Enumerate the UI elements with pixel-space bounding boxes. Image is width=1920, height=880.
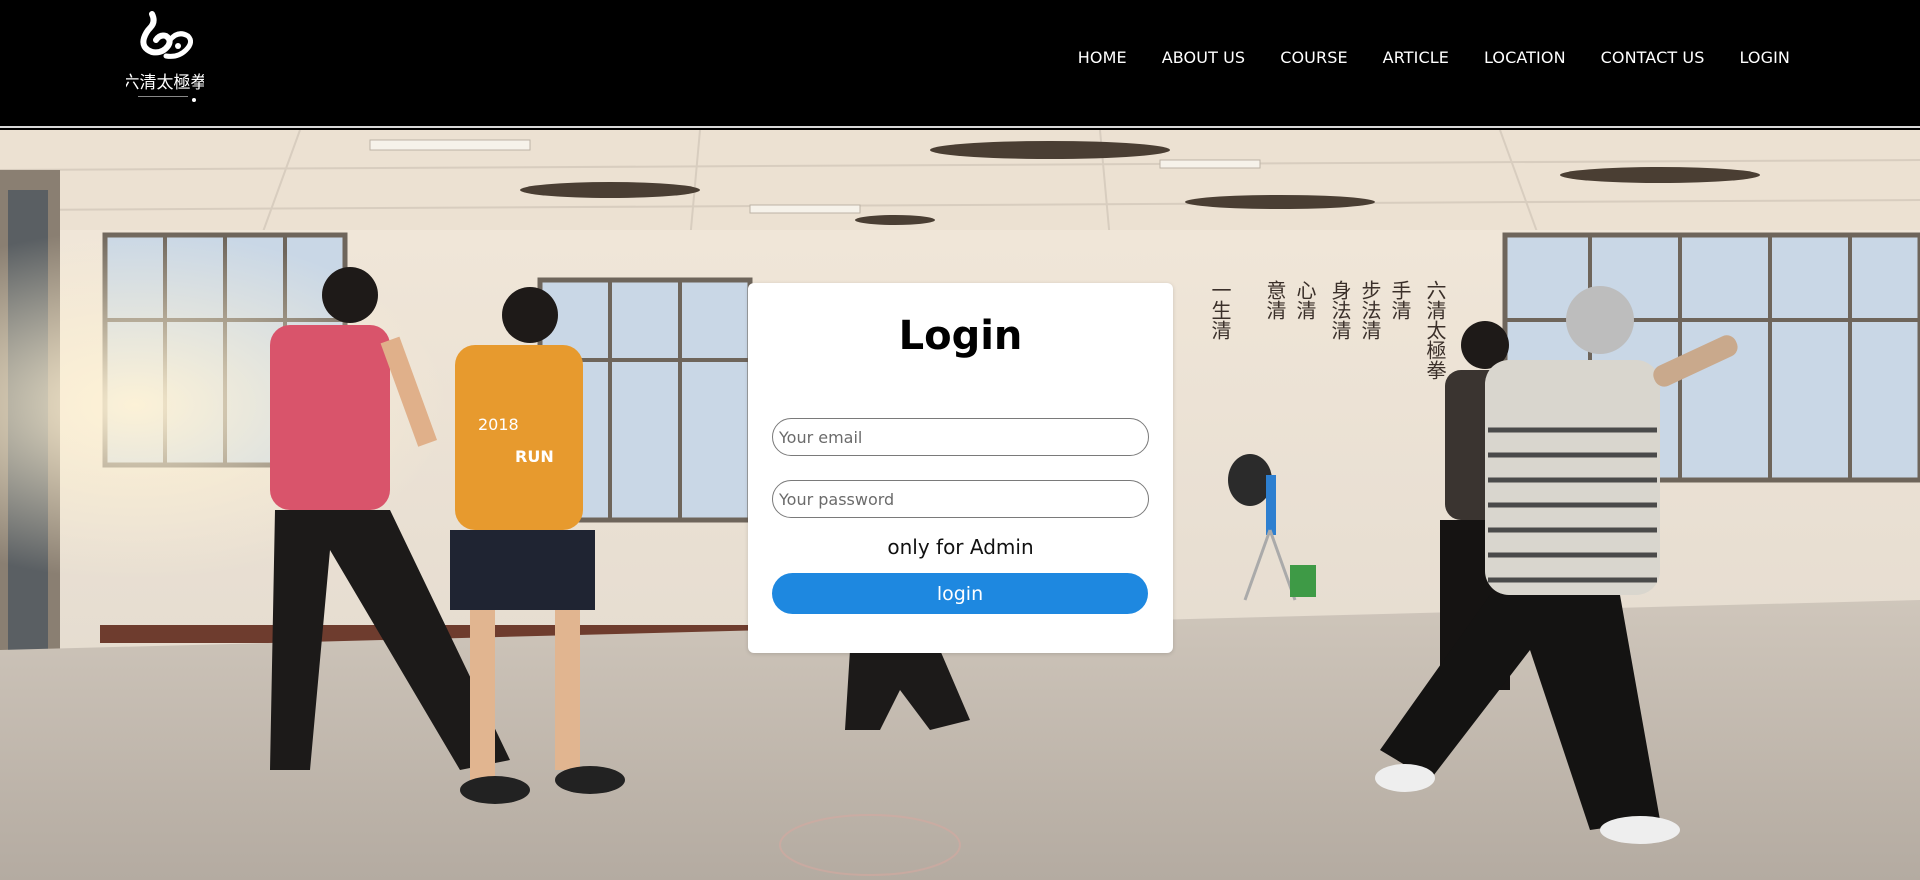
site-header: 六清太極拳 HOME ABOUT US COURSE ARTICLE LOCAT… <box>0 0 1920 128</box>
admin-only-note: only for Admin <box>887 535 1034 559</box>
nav-course-link[interactable]: COURSE <box>1280 48 1347 67</box>
nav-about-link[interactable]: ABOUT US <box>1162 48 1245 67</box>
svg-text:RUN: RUN <box>515 447 554 466</box>
main-nav: HOME ABOUT US COURSE ARTICLE LOCATION CO… <box>1043 48 1790 67</box>
login-card: Login only for Admin login <box>748 283 1173 653</box>
nav-article-link[interactable]: ARTICLE <box>1383 48 1449 67</box>
nav-home-link[interactable]: HOME <box>1078 48 1127 67</box>
login-title: Login <box>898 313 1023 359</box>
nav-location-link[interactable]: LOCATION <box>1484 48 1566 67</box>
svg-text:2018: 2018 <box>478 415 519 434</box>
svg-text:六清太極拳: 六清太極拳 <box>1423 280 1447 380</box>
svg-text:手清: 手清 <box>1388 280 1412 320</box>
svg-text:身法清: 身法清 <box>1328 280 1352 340</box>
email-input[interactable] <box>772 418 1149 456</box>
password-input[interactable] <box>772 480 1149 518</box>
login-button[interactable]: login <box>772 573 1148 614</box>
nav-login-link[interactable]: LOGIN <box>1739 48 1790 67</box>
svg-text:一生清: 一生清 <box>1208 280 1232 340</box>
logo-icon: 六清太極拳 <box>126 11 204 102</box>
nav-contact-link[interactable]: CONTACT US <box>1601 48 1705 67</box>
svg-text:心清: 心清 <box>1293 280 1317 320</box>
site-logo[interactable]: 六清太極拳 <box>126 10 204 110</box>
svg-text:意清: 意清 <box>1263 280 1287 320</box>
svg-text:六清太極拳: 六清太極拳 <box>126 73 204 93</box>
svg-text:步法清: 步法清 <box>1358 280 1382 340</box>
